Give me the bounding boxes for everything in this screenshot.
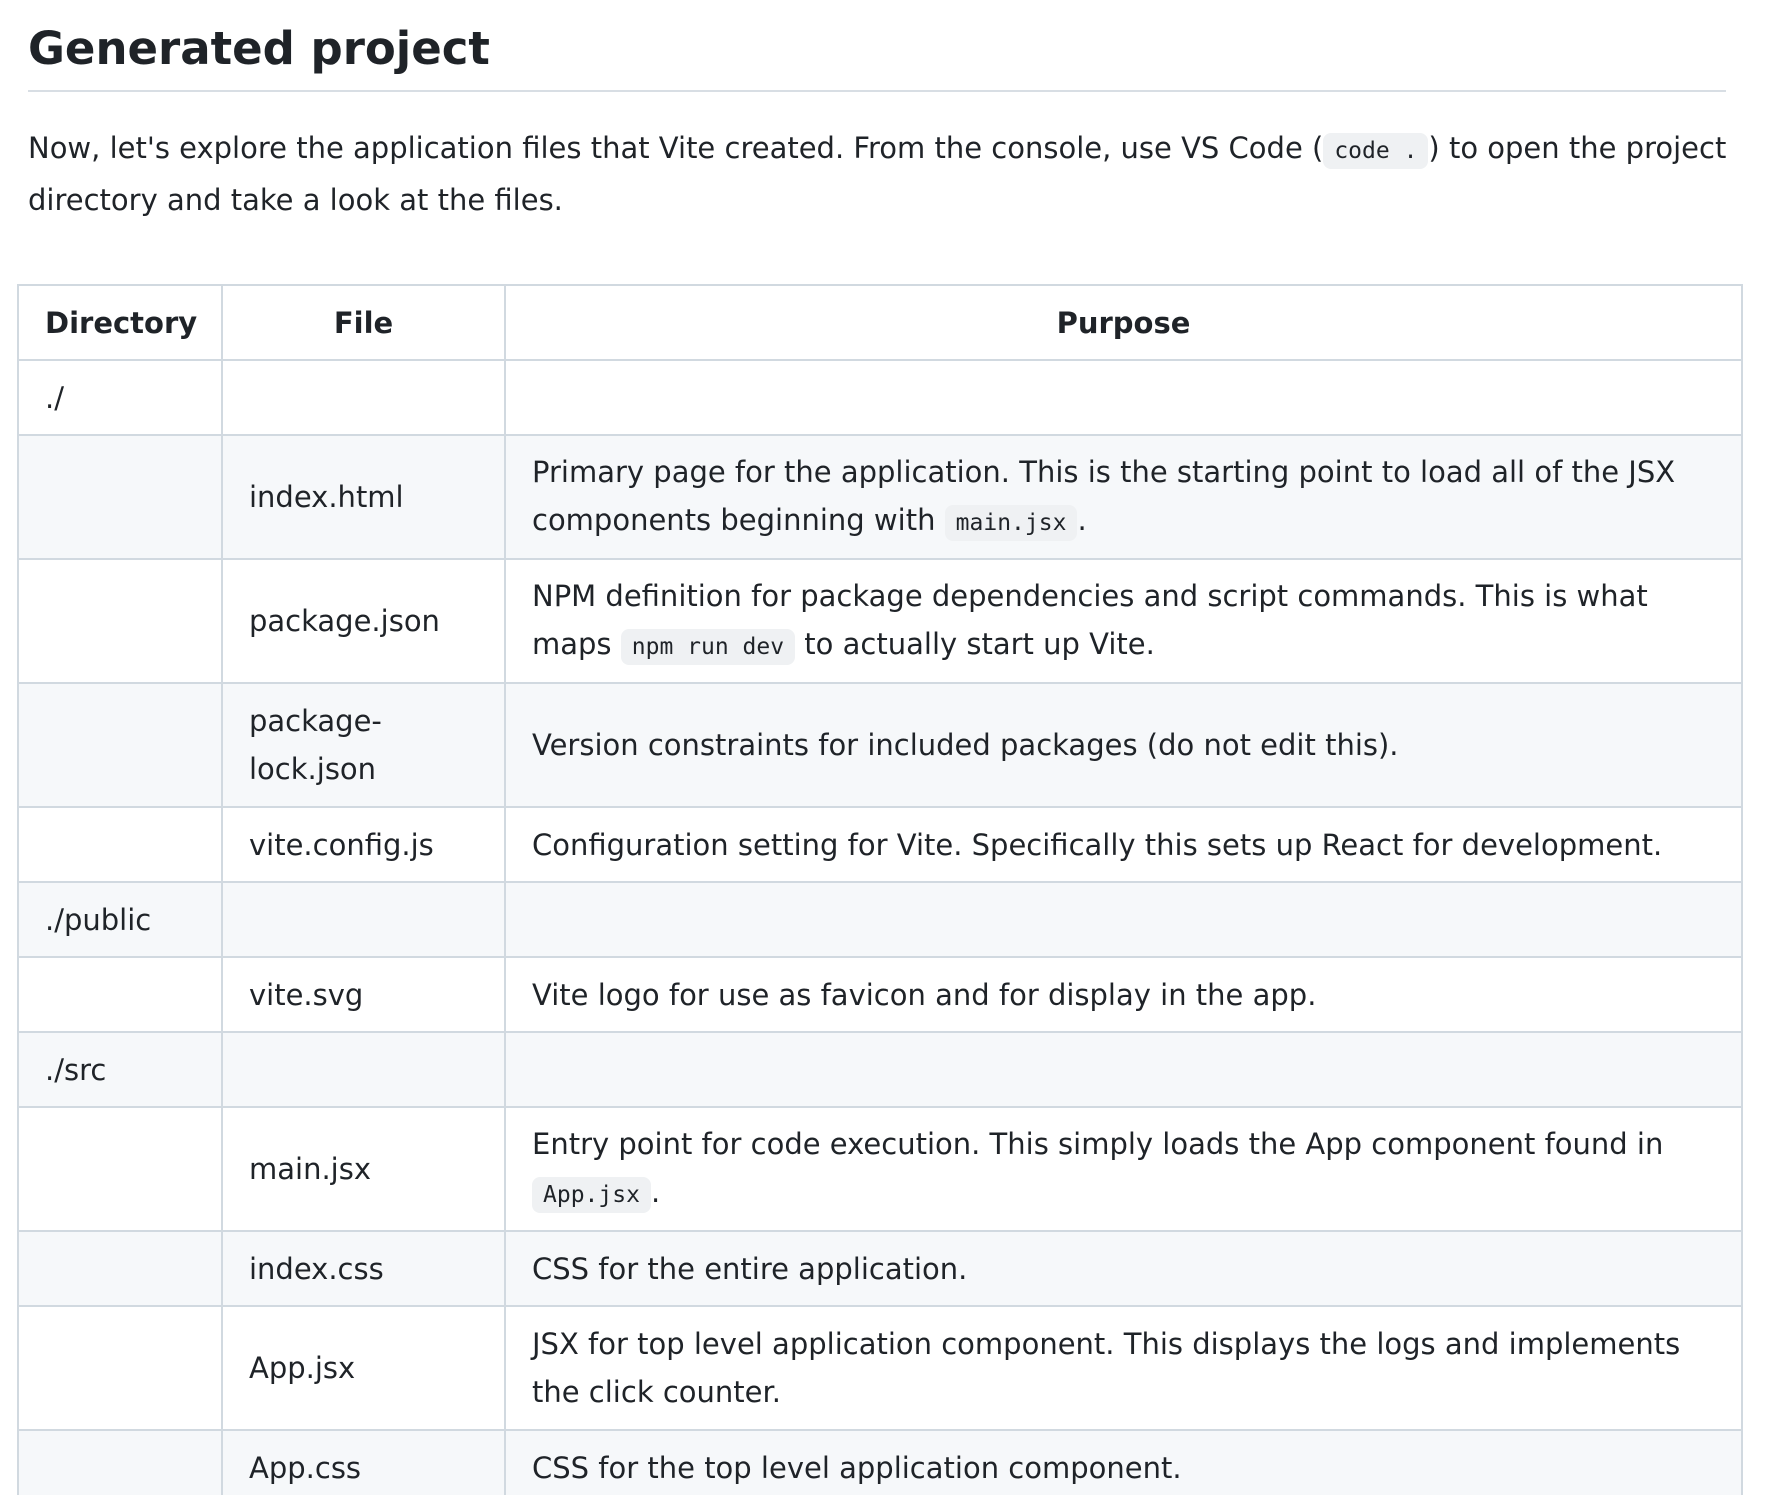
file-cell: vite.svg bbox=[221, 956, 506, 1033]
purpose-cell: CSS for the entire application. bbox=[504, 1230, 1743, 1307]
purpose-text-after: to actually start up Vite. bbox=[795, 626, 1155, 661]
purpose-cell: Entry point for code execution. This sim… bbox=[504, 1106, 1743, 1232]
table-row: App.css CSS for the top level applicatio… bbox=[17, 1429, 1743, 1495]
table-row: package-lock.json Version constraints fo… bbox=[17, 682, 1743, 808]
table-row: ./public bbox=[17, 881, 1743, 958]
purpose-text: JSX for top level application component.… bbox=[532, 1327, 1681, 1409]
purpose-text-after: . bbox=[1077, 502, 1087, 537]
purpose-cell: NPM definition for package dependencies … bbox=[504, 558, 1743, 684]
directory-cell: ./src bbox=[17, 1031, 223, 1108]
table-row: package.json NPM definition for package … bbox=[17, 558, 1743, 684]
table-row: ./src bbox=[17, 1031, 1743, 1108]
file-cell bbox=[221, 1031, 506, 1108]
purpose-cell: Version constraints for included package… bbox=[504, 682, 1743, 808]
file-cell: index.html bbox=[221, 434, 506, 560]
table-row: vite.config.js Configuration setting for… bbox=[17, 806, 1743, 883]
header-purpose: Purpose bbox=[504, 284, 1743, 361]
table-row: index.html Primary page for the applicat… bbox=[17, 434, 1743, 560]
directory-cell: ./ bbox=[17, 359, 223, 436]
table-row: index.css CSS for the entire application… bbox=[17, 1230, 1743, 1307]
file-cell: App.jsx bbox=[221, 1305, 506, 1431]
purpose-text-after: . bbox=[650, 1174, 661, 1209]
directory-cell bbox=[17, 558, 223, 684]
purpose-inline-code: App.jsx bbox=[532, 1176, 651, 1213]
purpose-text: Configuration setting for Vite. Specific… bbox=[532, 827, 1663, 862]
file-cell: main.jsx bbox=[221, 1106, 506, 1232]
header-file: File bbox=[221, 284, 506, 361]
intro-text-before: Now, let's explore the application files… bbox=[28, 131, 1324, 165]
purpose-text: Primary page for the application. This i… bbox=[532, 454, 1676, 537]
purpose-text: CSS for the entire application. bbox=[532, 1251, 968, 1286]
header-directory: Directory bbox=[17, 284, 223, 361]
purpose-cell bbox=[504, 881, 1743, 958]
directory-cell bbox=[17, 1230, 223, 1307]
file-cell: App.css bbox=[221, 1429, 506, 1495]
file-cell bbox=[221, 359, 506, 436]
table-row: ./ bbox=[17, 359, 1743, 436]
table-row: App.jsx JSX for top level application co… bbox=[17, 1305, 1743, 1431]
purpose-inline-code: main.jsx bbox=[944, 504, 1078, 541]
table-header-row: Directory File Purpose bbox=[17, 284, 1743, 361]
file-cell: package-lock.json bbox=[221, 682, 506, 808]
directory-cell: ./public bbox=[17, 881, 223, 958]
document-page: Generated project Now, let's explore the… bbox=[0, 0, 1787, 1495]
intro-paragraph: Now, let's explore the application files… bbox=[28, 124, 1728, 225]
directory-cell bbox=[17, 1429, 223, 1495]
file-cell: vite.config.js bbox=[221, 806, 506, 883]
purpose-inline-code: npm run dev bbox=[620, 628, 796, 665]
purpose-text: Entry point for code execution. This sim… bbox=[532, 1126, 1664, 1161]
page-title: Generated project bbox=[28, 18, 1726, 92]
directory-cell bbox=[17, 434, 223, 560]
purpose-cell: Configuration setting for Vite. Specific… bbox=[504, 806, 1743, 883]
file-cell: package.json bbox=[221, 558, 506, 684]
inline-code: code . bbox=[1323, 133, 1429, 169]
table-row: main.jsx Entry point for code execution.… bbox=[17, 1106, 1743, 1232]
purpose-cell bbox=[504, 359, 1743, 436]
file-cell bbox=[221, 881, 506, 958]
purpose-cell: JSX for top level application component.… bbox=[504, 1305, 1743, 1431]
purpose-text: CSS for the top level application compon… bbox=[532, 1450, 1182, 1485]
purpose-cell: Vite logo for use as favicon and for dis… bbox=[504, 956, 1743, 1033]
directory-cell bbox=[17, 956, 223, 1033]
purpose-cell bbox=[504, 1031, 1743, 1108]
directory-cell bbox=[17, 806, 223, 883]
file-cell: index.css bbox=[221, 1230, 506, 1307]
files-table: Directory File Purpose ./ index.html Pri… bbox=[17, 284, 1743, 1495]
purpose-cell: Primary page for the application. This i… bbox=[504, 434, 1743, 560]
purpose-text: Version constraints for included package… bbox=[532, 728, 1399, 762]
table-row: vite.svg Vite logo for use as favicon an… bbox=[17, 956, 1743, 1033]
directory-cell bbox=[17, 682, 223, 808]
directory-cell bbox=[17, 1305, 223, 1431]
purpose-cell: CSS for the top level application compon… bbox=[504, 1429, 1743, 1495]
directory-cell bbox=[17, 1106, 223, 1232]
purpose-text: Vite logo for use as favicon and for dis… bbox=[532, 977, 1317, 1012]
